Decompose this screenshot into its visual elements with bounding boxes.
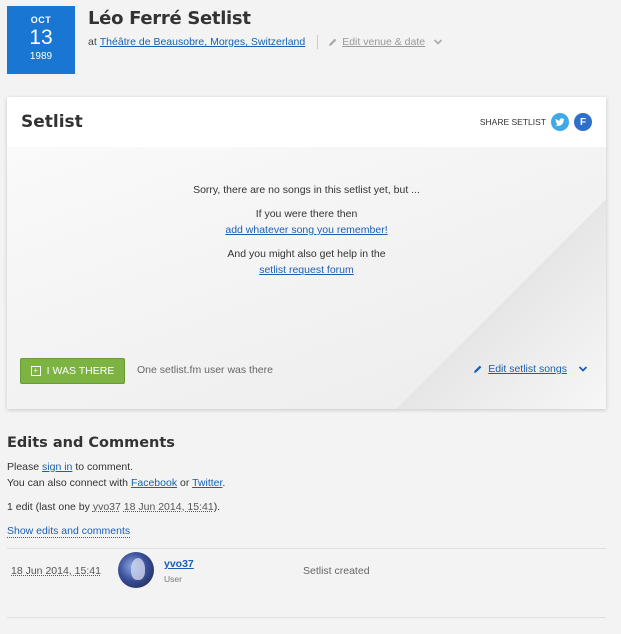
edit-setlist-songs[interactable]: Edit setlist songs bbox=[473, 363, 588, 375]
setlist-title: Setlist bbox=[21, 112, 83, 132]
setlist-body: Sorry, there are no songs in this setlis… bbox=[7, 147, 606, 409]
i-was-there-label: I WAS THERE bbox=[46, 365, 115, 377]
edit-count-text: 1 edit (last one by bbox=[7, 501, 90, 513]
sign-in-line: Please sign in to comment. bbox=[7, 461, 133, 473]
edit-venue-label: Edit venue & date bbox=[342, 36, 426, 48]
chevron-down-icon[interactable] bbox=[433, 37, 443, 47]
twitter-icon[interactable] bbox=[551, 113, 569, 131]
edit-venue-link[interactable]: Edit venue & date bbox=[328, 36, 425, 48]
venue-link[interactable]: Théâtre de Beausobre, Morges, Switzerlan… bbox=[100, 36, 305, 48]
period-text: . bbox=[222, 477, 226, 489]
pencil-icon bbox=[474, 365, 482, 373]
edit-setlist-label: Edit setlist songs bbox=[488, 363, 567, 375]
sign-in-link[interactable]: sign in bbox=[42, 461, 72, 473]
edit-count-suffix: ). bbox=[213, 501, 221, 513]
date-badge: OCT 13 1989 bbox=[7, 6, 75, 74]
twitter-link[interactable]: Twitter bbox=[192, 477, 222, 489]
edit-row-action: Setlist created bbox=[303, 565, 370, 577]
venue-prefix: at bbox=[88, 36, 97, 48]
divider bbox=[7, 617, 606, 618]
edit-row-role: User bbox=[164, 574, 182, 584]
connect-text: You can also connect with bbox=[7, 477, 129, 489]
date-day: 13 bbox=[29, 26, 53, 49]
if-there-text: If you were there then bbox=[255, 208, 358, 220]
please-text: Please bbox=[7, 461, 40, 473]
date-month: OCT bbox=[30, 15, 52, 25]
edit-row-date: 18 Jun 2014, 15:41 bbox=[11, 565, 101, 577]
edit-user: yvo37 bbox=[92, 501, 121, 513]
pencil-icon bbox=[329, 38, 337, 46]
setlist-header: Setlist SHARE SETLIST f bbox=[7, 97, 606, 147]
avatar[interactable] bbox=[118, 552, 154, 588]
facebook-link[interactable]: Facebook bbox=[131, 477, 177, 489]
i-was-there-button[interactable]: + I WAS THERE bbox=[20, 358, 125, 384]
empty-message: Sorry, there are no songs in this setlis… bbox=[193, 184, 420, 196]
edits-title: Edits and Comments bbox=[7, 435, 175, 451]
request-forum-link[interactable]: setlist request forum bbox=[259, 264, 354, 276]
attendance-text: One setlist.fm user was there bbox=[137, 364, 273, 376]
connect-line: You can also connect with Facebook or Tw… bbox=[7, 477, 225, 489]
chevron-down-icon[interactable] bbox=[578, 364, 588, 374]
to-comment-text: to comment. bbox=[75, 461, 134, 473]
edit-row-user[interactable]: yvo37 bbox=[164, 558, 194, 570]
show-edits-link[interactable]: Show edits and comments bbox=[7, 525, 131, 538]
divider bbox=[317, 35, 319, 49]
help-text: And you might also get help in the bbox=[227, 248, 386, 260]
edit-date: 18 Jun 2014, 15:41 bbox=[123, 501, 214, 513]
share-label: SHARE SETLIST bbox=[479, 117, 546, 127]
or-text: or bbox=[180, 477, 190, 489]
venue-line: at Théâtre de Beausobre, Morges, Switzer… bbox=[88, 35, 443, 49]
plus-square-icon: + bbox=[30, 366, 41, 376]
setlist-card: Setlist SHARE SETLIST f Sorry, there are… bbox=[7, 97, 606, 409]
edit-count-line: 1 edit (last one by yvo37 18 Jun 2014, 1… bbox=[7, 501, 220, 513]
divider bbox=[7, 548, 606, 549]
page-title: Léo Ferré Setlist bbox=[88, 8, 251, 29]
date-year: 1989 bbox=[29, 51, 53, 62]
facebook-icon[interactable]: f bbox=[574, 113, 592, 131]
share-setlist: SHARE SETLIST f bbox=[480, 113, 592, 131]
add-song-link[interactable]: add whatever song you remember! bbox=[225, 224, 387, 236]
